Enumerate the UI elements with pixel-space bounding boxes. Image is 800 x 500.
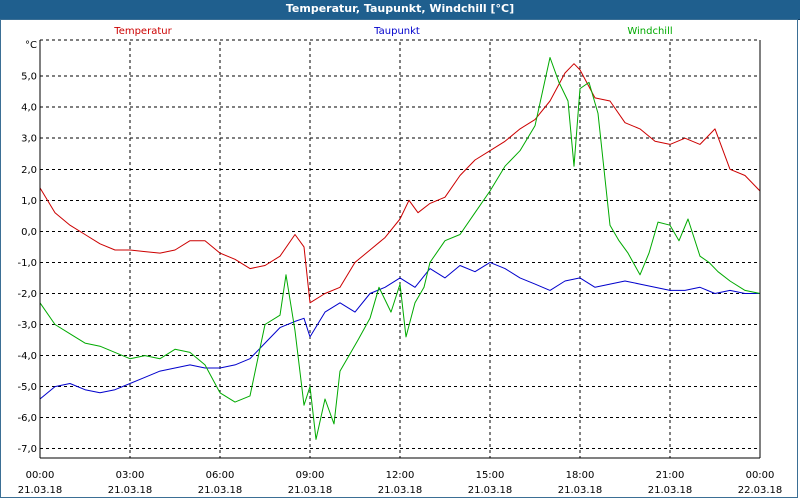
x-tick-label-time: 00:00 [26, 470, 55, 481]
x-tick-label-date: 22.03.18 [738, 485, 783, 496]
legend: Temperatur Taupunkt Windchill [113, 26, 672, 37]
x-tick-label-time: 21:00 [656, 470, 685, 481]
chart-svg: 5,0 4,0 3,0 2,0 1,0 0,0 -1,0 -2,0 -3,0 -4,0 -5,0 -6… [17, 26, 783, 496]
y-axis-label: °C [25, 40, 37, 51]
y-tick-label: 1,0 [21, 196, 37, 207]
y-tick-label: 0,0 [21, 227, 37, 238]
x-tick-label-date: 21.03.18 [18, 485, 63, 496]
x-tick-label-date: 21.03.18 [108, 485, 153, 496]
y-tick-label: -1,0 [17, 258, 37, 269]
legend-item-temperatur: Temperatur [113, 26, 172, 37]
x-tick-label-date: 21.03.18 [378, 485, 423, 496]
y-tick-label: 3,0 [21, 134, 37, 145]
y-tick-label: 5,0 [21, 72, 37, 83]
y-tick-label: -5,0 [17, 382, 37, 393]
x-tick-label-time: 00:00 [746, 470, 775, 481]
y-tick-label: -2,0 [17, 289, 37, 300]
x-tick-label-date: 21.03.18 [288, 485, 333, 496]
x-tick-label-date: 21.03.18 [558, 485, 603, 496]
x-tick-label-time: 18:00 [566, 470, 595, 481]
x-tick-label-date: 21.03.18 [648, 485, 693, 496]
x-tick-label-time: 09:00 [296, 470, 325, 481]
y-tick-label: -3,0 [17, 320, 37, 331]
y-tick-label: -6,0 [17, 413, 37, 424]
y-tick-label: 4,0 [21, 103, 37, 114]
x-tick-label-date: 21.03.18 [198, 485, 243, 496]
legend-item-windchill: Windchill [627, 26, 672, 37]
grid [40, 39, 760, 458]
y-tick-label: 2,0 [21, 165, 37, 176]
legend-item-taupunkt: Taupunkt [373, 26, 420, 37]
y-tick-label: -7,0 [17, 444, 37, 455]
y-tick-label: -4,0 [17, 351, 37, 362]
x-tick-label-time: 03:00 [116, 470, 145, 481]
x-tick-label-date: 21.03.18 [468, 485, 513, 496]
x-tick-label-time: 15:00 [476, 470, 505, 481]
x-tick-label-time: 06:00 [206, 470, 235, 481]
x-tick-label-time: 12:00 [386, 470, 415, 481]
